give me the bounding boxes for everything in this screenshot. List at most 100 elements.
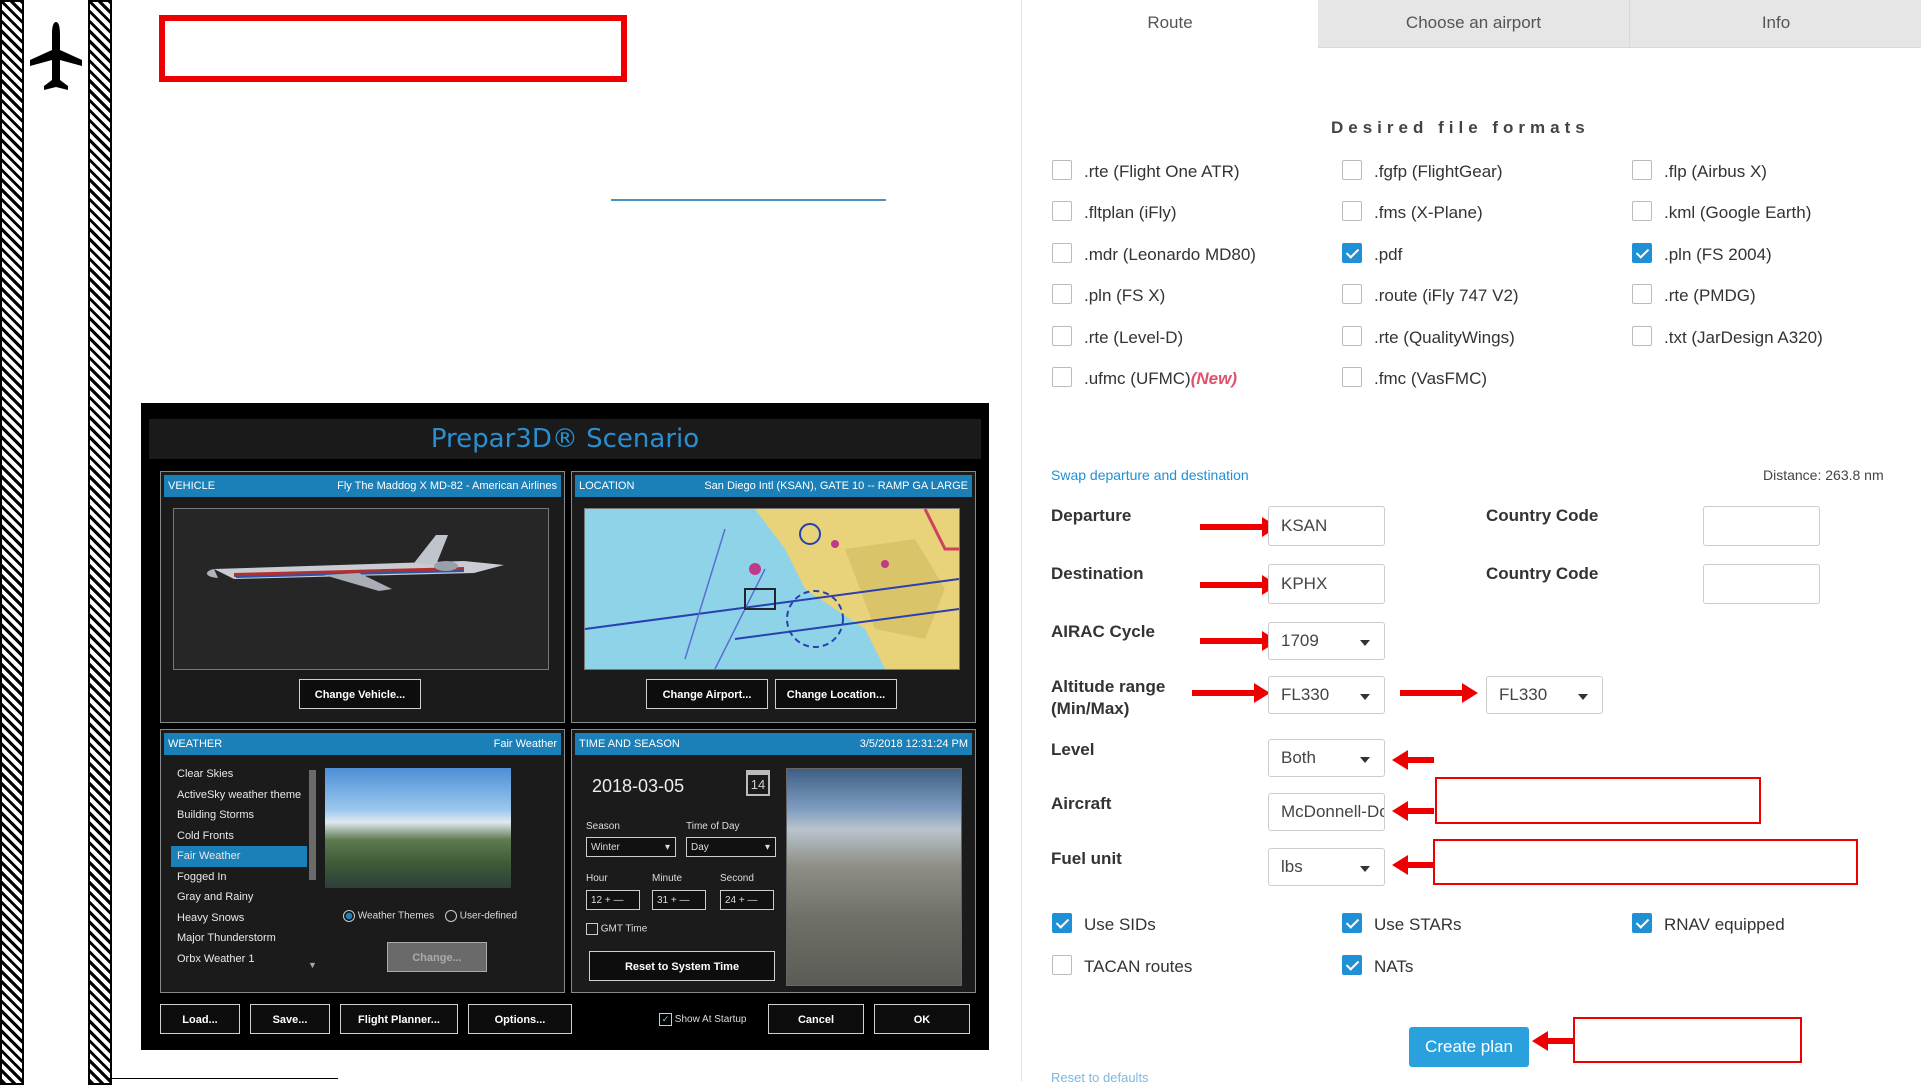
weather-themes-radio[interactable]: Weather Themes <box>343 910 434 922</box>
user-defined-radio[interactable]: User-defined <box>445 910 517 922</box>
use-sids-checkbox[interactable]: Use SIDs <box>1052 912 1156 938</box>
hour-stepper[interactable]: 12 + — <box>586 890 640 910</box>
list-item[interactable]: Cold Fronts <box>171 826 307 847</box>
departure-input[interactable]: KSAN <box>1268 506 1385 546</box>
format-route-ifly[interactable]: .route (iFly 747 V2) <box>1342 283 1519 309</box>
format-txt-jardesign[interactable]: .txt (JarDesign A320) <box>1632 325 1823 351</box>
scroll-down-icon[interactable]: ▼ <box>308 960 317 970</box>
checkbox[interactable] <box>1052 284 1072 304</box>
format-pln-fs2004[interactable]: .pln (FS 2004) <box>1632 242 1772 268</box>
checkbox-checked[interactable] <box>1342 955 1362 975</box>
checkbox[interactable] <box>1342 201 1362 221</box>
format-kml[interactable]: .kml (Google Earth) <box>1632 200 1811 226</box>
show-at-startup-checkbox[interactable]: ✓ Show At Startup <box>659 1013 747 1026</box>
checkbox[interactable] <box>1052 160 1072 180</box>
departure-country-input[interactable] <box>1703 506 1820 546</box>
list-item[interactable]: Fogged In <box>171 867 307 888</box>
list-item[interactable]: ActiveSky weather theme <box>171 785 307 806</box>
change-airport-button[interactable]: Change Airport... <box>646 679 768 709</box>
use-stars-checkbox[interactable]: Use STARs <box>1342 912 1462 938</box>
change-location-button[interactable]: Change Location... <box>775 679 897 709</box>
checkbox[interactable] <box>1342 284 1362 304</box>
checkbox-checked[interactable] <box>1632 913 1652 933</box>
flight-planner-button[interactable]: Flight Planner... <box>340 1004 458 1034</box>
save-button[interactable]: Save... <box>250 1004 330 1034</box>
create-plan-button[interactable]: Create plan <box>1409 1027 1529 1067</box>
tab-info[interactable]: Info <box>1630 0 1921 48</box>
format-rte-qualitywings[interactable]: .rte (QualityWings) <box>1342 325 1515 351</box>
reset-defaults-link[interactable]: Reset to defaults <box>1051 1070 1149 1085</box>
checkbox-checked[interactable] <box>1632 243 1652 263</box>
cancel-button[interactable]: Cancel <box>768 1004 864 1034</box>
list-item[interactable]: Orbx Weather 1 <box>171 949 307 970</box>
checkbox[interactable] <box>1632 284 1652 304</box>
format-rte-pmdg[interactable]: .rte (PMDG) <box>1632 283 1756 309</box>
options-button[interactable]: Options... <box>468 1004 572 1034</box>
radio-selected-icon[interactable] <box>343 910 355 922</box>
format-rte-flightone[interactable]: .rte (Flight One ATR) <box>1052 159 1240 185</box>
list-item[interactable]: Building Storms <box>171 805 307 826</box>
checkbox[interactable] <box>1342 367 1362 387</box>
checkbox[interactable] <box>1052 955 1072 975</box>
airac-select[interactable]: 1709 <box>1268 622 1385 660</box>
list-item[interactable]: Major Thunderstorm <box>171 928 307 949</box>
format-flp[interactable]: .flp (Airbus X) <box>1632 159 1767 185</box>
list-item[interactable]: Gray and Rainy <box>171 887 307 908</box>
format-fmc-vasfmc[interactable]: .fmc (VasFMC) <box>1342 366 1487 392</box>
tacan-routes-checkbox[interactable]: TACAN routes <box>1052 954 1192 980</box>
format-ufmc[interactable]: .ufmc (UFMC)(New) <box>1052 366 1237 392</box>
checkbox[interactable] <box>1052 326 1072 346</box>
checkbox-checked[interactable] <box>1342 913 1362 933</box>
altitude-min-select[interactable]: FL330 <box>1268 676 1385 714</box>
reset-system-time-button[interactable]: Reset to System Time <box>589 951 775 981</box>
aircraft-select[interactable]: McDonnell-Do <box>1268 793 1385 831</box>
stepper-plus-minus-icon[interactable]: + — <box>739 895 758 906</box>
checkbox-checked-icon[interactable]: ✓ <box>659 1013 672 1026</box>
checkbox[interactable] <box>1342 326 1362 346</box>
stepper-plus-minus-icon[interactable]: + — <box>605 895 624 906</box>
altitude-max-select[interactable]: FL330 <box>1486 676 1603 714</box>
minute-stepper[interactable]: 31 + — <box>652 890 706 910</box>
checkbox[interactable] <box>1052 201 1072 221</box>
destination-country-input[interactable] <box>1703 564 1820 604</box>
checkbox[interactable] <box>1632 326 1652 346</box>
checkbox-checked[interactable] <box>1342 243 1362 263</box>
format-pdf[interactable]: .pdf <box>1342 242 1402 268</box>
ok-button[interactable]: OK <box>874 1004 970 1034</box>
checkbox[interactable] <box>1632 201 1652 221</box>
list-item[interactable]: Clear Skies <box>171 764 307 785</box>
checkbox[interactable] <box>1342 160 1362 180</box>
change-weather-button[interactable]: Change... <box>387 942 487 972</box>
checkbox-checked[interactable] <box>1052 913 1072 933</box>
stepper-plus-minus-icon[interactable]: + — <box>671 895 690 906</box>
level-select[interactable]: Both <box>1268 739 1385 777</box>
checkbox[interactable] <box>1632 160 1652 180</box>
destination-input[interactable]: KPHX <box>1268 564 1385 604</box>
list-item[interactable]: Heavy Snows <box>171 908 307 929</box>
change-vehicle-button[interactable]: Change Vehicle... <box>299 679 421 709</box>
format-mdr[interactable]: .mdr (Leonardo MD80) <box>1052 242 1256 268</box>
gmt-checkbox[interactable]: GMT Time <box>586 923 647 935</box>
format-rte-leveld[interactable]: .rte (Level-D) <box>1052 325 1183 351</box>
load-button[interactable]: Load... <box>160 1004 240 1034</box>
format-pln-fsx[interactable]: .pln (FS X) <box>1052 283 1165 309</box>
weather-list-scrollbar[interactable] <box>309 770 316 880</box>
list-item-selected[interactable]: Fair Weather <box>171 846 307 867</box>
checkbox[interactable] <box>1052 367 1072 387</box>
second-stepper[interactable]: 24 + — <box>720 890 774 910</box>
rnav-equipped-checkbox[interactable]: RNAV equipped <box>1632 912 1785 938</box>
checkbox-unchecked-icon[interactable] <box>586 923 598 935</box>
checkbox[interactable] <box>1052 243 1072 263</box>
format-fltplan[interactable]: .fltplan (iFly) <box>1052 200 1177 226</box>
time-of-day-select[interactable]: Day <box>686 837 776 858</box>
tab-route[interactable]: Route <box>1022 0 1318 48</box>
format-fms[interactable]: .fms (X-Plane) <box>1342 200 1483 226</box>
swap-link[interactable]: Swap departure and destination <box>1051 467 1249 483</box>
format-fgfp[interactable]: .fgfp (FlightGear) <box>1342 159 1503 185</box>
calendar-icon[interactable]: 14 <box>746 770 770 796</box>
fuel-unit-select[interactable]: lbs <box>1268 848 1385 886</box>
weather-theme-list[interactable]: Clear Skies ActiveSky weather theme Buil… <box>171 764 307 970</box>
tab-choose-airport[interactable]: Choose an airport <box>1318 0 1630 48</box>
nats-checkbox[interactable]: NATs <box>1342 954 1413 980</box>
radio-unselected-icon[interactable] <box>445 910 457 922</box>
